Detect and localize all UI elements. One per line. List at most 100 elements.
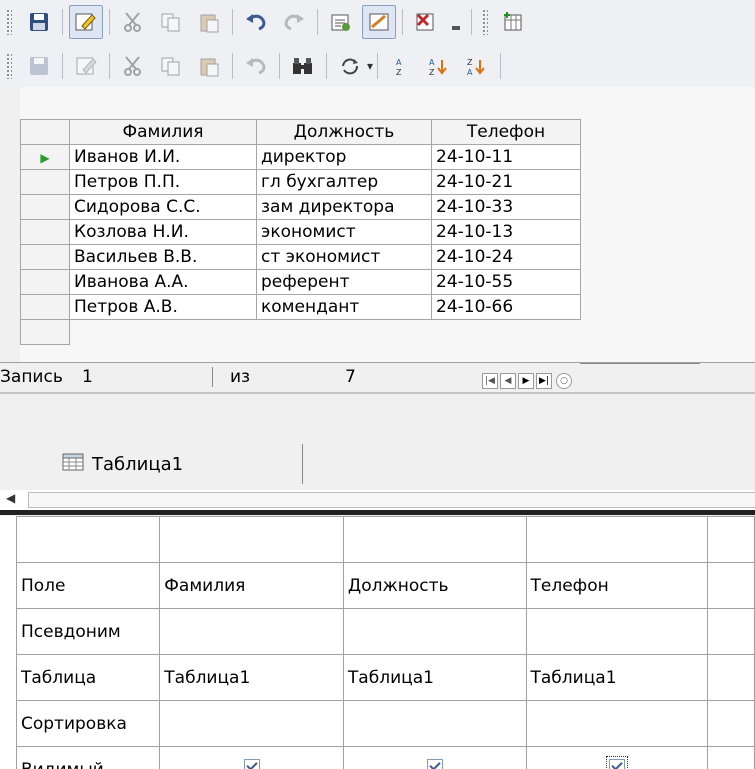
cell[interactable]: ст экономист (256, 244, 432, 270)
cell[interactable]: 24-10-55 (431, 269, 581, 295)
row-header[interactable] (20, 269, 70, 295)
delete-icon[interactable] (409, 5, 443, 39)
column-selector[interactable] (342, 516, 527, 563)
sort-cell[interactable] (707, 700, 755, 747)
table-cell[interactable]: Таблица1 (342, 654, 527, 701)
cell[interactable]: Иванов И.И. (69, 144, 257, 170)
alias-cell[interactable] (159, 608, 344, 655)
run-query-icon[interactable] (324, 5, 358, 39)
last-record-icon[interactable]: ▶| (536, 373, 552, 389)
table-row[interactable]: Петров П.П. гл бухгалтер 24-10-21 (20, 169, 581, 195)
table-window[interactable]: Таблица1 (62, 444, 303, 484)
cell[interactable]: 24-10-13 (431, 219, 581, 245)
column-header-phone[interactable]: Телефон (431, 119, 581, 145)
field-cell[interactable]: Телефон (525, 562, 709, 609)
toolbar-separator (326, 52, 327, 79)
cell[interactable]: Петров П.П. (69, 169, 257, 195)
column-selector[interactable] (525, 516, 709, 563)
table-row[interactable]: Васильев В.В. ст экономист 24-10-24 (20, 244, 581, 270)
column-selector[interactable] (707, 516, 755, 563)
toolbar-grip[interactable] (6, 9, 12, 35)
more-icon[interactable] (447, 5, 465, 39)
refresh-icon[interactable] (333, 49, 367, 83)
table-cell[interactable]: Таблица1 (525, 654, 709, 701)
row-header[interactable] (20, 219, 70, 245)
toolbar-grip[interactable] (6, 52, 12, 79)
scrollbar-thumb[interactable] (28, 492, 755, 508)
field-cell[interactable]: Должность (342, 562, 527, 609)
table-row[interactable]: Козлова Н.И. экономист 24-10-13 (20, 219, 581, 245)
alias-cell[interactable] (342, 608, 527, 655)
sort-asc-icon[interactable]: AZ (422, 49, 456, 83)
copy-icon[interactable] (154, 5, 188, 39)
table-cell[interactable]: Таблица1 (159, 654, 344, 701)
redo-icon[interactable] (277, 5, 311, 39)
row-header[interactable] (20, 169, 70, 195)
cell[interactable]: 24-10-33 (431, 194, 581, 220)
sort-desc-icon[interactable]: ZA (460, 49, 494, 83)
column-selector[interactable] (159, 516, 344, 563)
cell[interactable]: директор (256, 144, 432, 170)
horizontal-scrollbar[interactable]: ◀ (0, 490, 755, 515)
table-row[interactable]: ▶ Иванов И.И. директор 24-10-11 (20, 144, 581, 170)
table-row[interactable]: Сидорова С.С. зам директора 24-10-33 (20, 194, 581, 220)
add-table-icon[interactable] (496, 5, 530, 39)
cell[interactable]: комендант (256, 294, 432, 320)
next-record-icon[interactable]: ▶ (518, 373, 534, 389)
cell[interactable]: Иванова А.А. (69, 269, 257, 295)
cell[interactable]: экономист (256, 219, 432, 245)
alias-cell[interactable] (707, 608, 755, 655)
row-header[interactable] (20, 294, 70, 320)
cell[interactable]: Козлова Н.И. (69, 219, 257, 245)
edit-mode-icon[interactable] (69, 5, 103, 39)
cell[interactable]: зам директора (256, 194, 432, 220)
cell[interactable]: референт (256, 269, 432, 295)
refresh-dropdown-icon[interactable]: ▾ (367, 59, 373, 73)
sort-cell[interactable] (342, 700, 527, 747)
alias-cell[interactable] (525, 608, 709, 655)
column-header-position[interactable]: Должность (256, 119, 432, 145)
field-cell[interactable] (707, 562, 755, 609)
save-icon[interactable] (22, 5, 56, 39)
paste-icon[interactable] (192, 49, 226, 83)
table-cell[interactable] (707, 654, 755, 701)
new-row[interactable] (20, 319, 581, 345)
new-record-icon[interactable]: ○ (556, 373, 572, 389)
cell[interactable]: Васильев В.В. (69, 244, 257, 270)
sort-cell[interactable] (525, 700, 709, 747)
paste-icon[interactable] (192, 5, 226, 39)
find-icon[interactable] (286, 49, 320, 83)
row-header[interactable] (20, 244, 70, 270)
row-header[interactable] (20, 194, 70, 220)
copy-icon[interactable] (154, 49, 188, 83)
visible-checkbox[interactable] (605, 756, 628, 769)
previous-record-icon[interactable]: ◀ (500, 373, 516, 389)
column-header-surname[interactable]: Фамилия (69, 119, 257, 145)
cell[interactable]: 24-10-24 (431, 244, 581, 270)
toolbar-grip[interactable] (482, 9, 488, 35)
sort-cell[interactable] (159, 700, 344, 747)
record-number-field[interactable]: 1 (80, 367, 213, 387)
cell[interactable]: Сидорова С.С. (69, 194, 257, 220)
edit-icon[interactable] (69, 49, 103, 83)
table-row[interactable]: Иванова А.А. референт 24-10-55 (20, 269, 581, 295)
design-view-icon[interactable] (362, 5, 396, 39)
sort-icon[interactable]: AZ (384, 49, 418, 83)
undo-icon[interactable] (239, 49, 273, 83)
visible-checkbox[interactable] (243, 759, 260, 769)
visible-checkbox[interactable] (426, 759, 443, 769)
cell[interactable]: 24-10-11 (431, 144, 581, 170)
save-record-icon[interactable] (22, 49, 56, 83)
field-cell[interactable]: Фамилия (159, 562, 344, 609)
cell[interactable]: Петров А.В. (69, 294, 257, 320)
row-header[interactable] (20, 319, 70, 345)
undo-icon[interactable] (239, 5, 273, 39)
cell[interactable]: 24-10-66 (431, 294, 581, 320)
table-row[interactable]: Петров А.В. комендант 24-10-66 (20, 294, 581, 320)
scroll-left-icon[interactable]: ◀ (6, 491, 15, 505)
cut-icon[interactable] (116, 49, 150, 83)
cell[interactable]: 24-10-21 (431, 169, 581, 195)
first-record-icon[interactable]: |◀ (482, 373, 498, 389)
cell[interactable]: гл бухгалтер (256, 169, 432, 195)
cut-icon[interactable] (116, 5, 150, 39)
